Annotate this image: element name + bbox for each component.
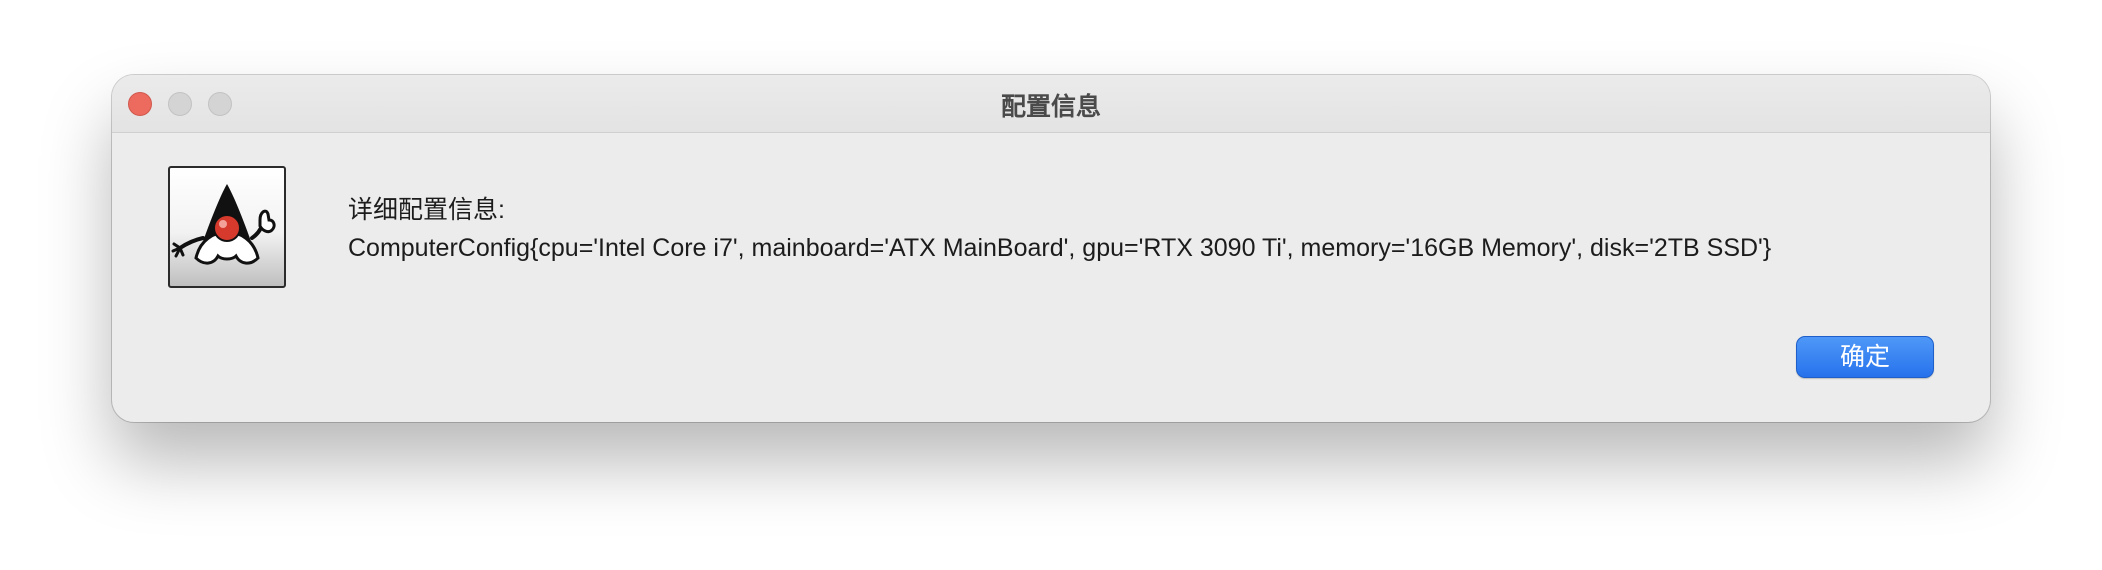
window-title: 配置信息: [1000, 93, 1101, 121]
message-text: 详细配置信息: ComputerConfig{cpu='Intel Core i…: [348, 191, 1771, 267]
duke-java-mascot-icon: [168, 166, 286, 288]
message-heading: 详细配置信息:: [348, 196, 505, 224]
message-detail: ComputerConfig{cpu='Intel Core i7', main…: [348, 234, 1772, 262]
dialog-window: 配置信息 详细配置信息: ComputerConfig{cpu='Intel C…: [112, 75, 1990, 422]
ok-button[interactable]: 确定: [1796, 336, 1934, 378]
title-bar[interactable]: 配置信息: [112, 75, 1990, 133]
